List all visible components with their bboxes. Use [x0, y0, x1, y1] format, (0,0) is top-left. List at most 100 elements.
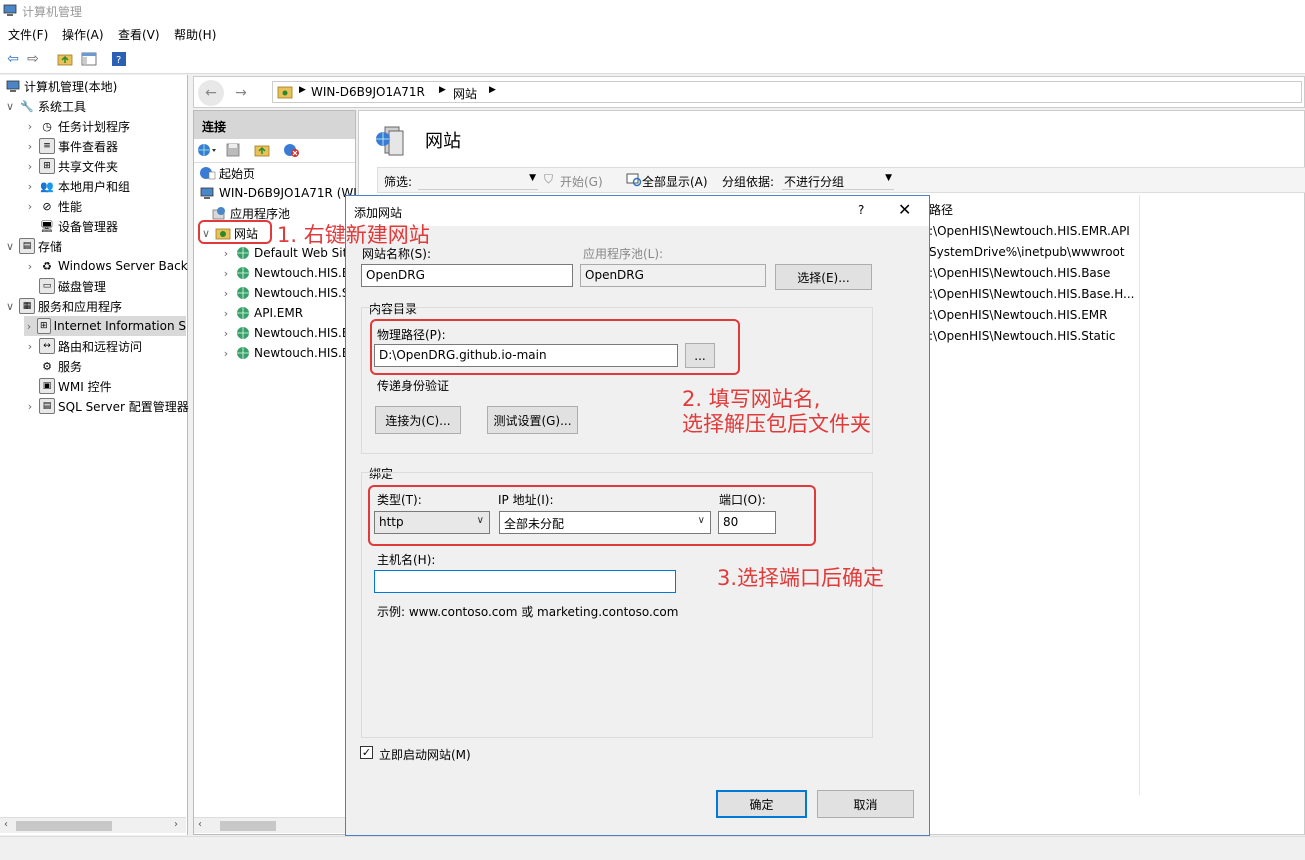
conn-site-item[interactable]: › Newtouch.HIS.E	[220, 263, 350, 283]
tree-event-viewer[interactable]: › ≡ 事件查看器	[24, 136, 118, 156]
chevron-right-icon[interactable]: ›	[220, 287, 232, 300]
chevron-right-icon[interactable]: ›	[24, 200, 36, 213]
scroll-left-icon[interactable]: ‹	[4, 819, 8, 830]
tree-label: 路由和远程访问	[58, 339, 143, 354]
hostname-input[interactable]	[374, 570, 676, 593]
chevron-right-icon[interactable]: ›	[24, 340, 36, 353]
globe-icon	[235, 345, 251, 361]
tree-wmi[interactable]: ▣ WMI 控件	[24, 376, 112, 396]
site-name-input[interactable]: OpenDRG	[361, 264, 573, 287]
computer-management-icon	[3, 3, 17, 17]
tree-device-manager[interactable]: 🖥 设备管理器	[24, 216, 118, 236]
back-button[interactable]: ←	[198, 80, 224, 106]
tree-services-apps[interactable]: ∨ ▦ 服务和应用程序	[4, 296, 122, 316]
tree-system-tools[interactable]: ∨ 🔧 系统工具	[4, 96, 86, 116]
menu-action[interactable]: 操作(A)	[62, 26, 104, 43]
scrollbar-thumb[interactable]	[220, 821, 276, 831]
chevron-down-icon[interactable]: ▼	[885, 173, 892, 183]
chevron-down-icon[interactable]: ▼	[529, 173, 536, 183]
chevron-right-icon[interactable]: ›	[220, 307, 232, 320]
tree-shared-folders[interactable]: › ⊞ 共享文件夹	[24, 156, 118, 176]
chevron-right-icon[interactable]: ›	[24, 260, 36, 273]
ok-button[interactable]: 确定	[716, 790, 807, 818]
forward-arrow-icon[interactable]: ⇨	[24, 50, 42, 68]
chevron-right-icon[interactable]: ›	[24, 120, 36, 133]
breadcrumb[interactable]: ▶ WIN-D6B9JO1A71R ▶ 网站 ▶	[272, 81, 1302, 103]
chevron-right-icon[interactable]: ›	[24, 140, 36, 153]
conn-site-item[interactable]: › Newtouch.HIS.E	[220, 343, 350, 363]
connect-as-button[interactable]: 连接为(C)...	[375, 406, 461, 434]
path-cell[interactable]: :\OpenHIS\Newtouch.HIS.Base	[929, 266, 1110, 280]
chevron-right-icon[interactable]: ›	[24, 400, 36, 413]
tree-services[interactable]: ⚙ 服务	[24, 356, 82, 376]
chevron-right-icon[interactable]: ›	[220, 347, 232, 360]
show-hide-tree-icon[interactable]	[80, 50, 98, 68]
tree-routing[interactable]: › ↔ 路由和远程访问	[24, 336, 142, 356]
breadcrumb-sites[interactable]: 网站	[453, 85, 477, 102]
event-viewer-icon: ≡	[39, 138, 55, 154]
path-cell[interactable]: :\OpenHIS\Newtouch.HIS.Base.H...	[929, 287, 1135, 301]
up-folder-icon[interactable]	[254, 143, 270, 160]
tree-sql-server[interactable]: › ▤ SQL Server 配置管理器	[24, 396, 189, 416]
menu-file[interactable]: 文件(F)	[8, 26, 48, 43]
filter-input[interactable]: ▼	[418, 170, 538, 190]
up-folder-icon[interactable]	[56, 50, 74, 68]
path-cell[interactable]: SystemDrive%\inetpub\wwwroot	[929, 245, 1125, 259]
tree-root[interactable]: 计算机管理(本地)	[2, 76, 117, 96]
device-manager-icon: 🖥	[40, 219, 54, 233]
path-column-header[interactable]: 路径	[929, 201, 953, 218]
cancel-button[interactable]: 取消	[817, 790, 914, 818]
save-icon[interactable]	[226, 143, 240, 160]
chevron-right-icon[interactable]: ›	[220, 247, 232, 260]
dialog-title-bar: 添加网站 ? ✕	[346, 196, 929, 226]
chevron-right-icon[interactable]: ›	[24, 160, 36, 173]
start-now-checkbox[interactable]: ✓	[360, 746, 373, 759]
help-button[interactable]: ?	[858, 203, 864, 217]
test-settings-button[interactable]: 测试设置(G)...	[487, 406, 578, 434]
path-cell[interactable]: :\OpenHIS\Newtouch.HIS.EMR.API	[929, 224, 1130, 238]
disconnect-icon[interactable]	[284, 143, 300, 160]
connections-scrollbar[interactable]: ‹	[194, 817, 355, 833]
left-tree-scrollbar[interactable]: ‹ ›	[0, 817, 186, 833]
start-filter-button[interactable]: 开始(G)	[560, 173, 603, 190]
tree-storage[interactable]: ∨ ▤ 存储	[4, 236, 62, 256]
forward-button[interactable]: →	[228, 80, 254, 106]
tree-disk-management[interactable]: ▭ 磁盘管理	[24, 276, 106, 296]
path-cell[interactable]: :\OpenHIS\Newtouch.HIS.Static	[929, 329, 1116, 343]
tree-local-users[interactable]: › 👥 本地用户和组	[24, 176, 130, 196]
chevron-right-icon[interactable]: ›	[24, 180, 36, 193]
tree-windows-backup[interactable]: › ♻ Windows Server Back	[24, 256, 188, 276]
conn-site-item[interactable]: › Newtouch.HIS.E	[220, 323, 350, 343]
start-now-label[interactable]: 立即启动网站(M)	[379, 746, 471, 763]
group-by-select[interactable]: 不进行分组 ▼	[782, 170, 894, 190]
scrollbar-thumb[interactable]	[16, 821, 112, 831]
back-arrow-icon[interactable]: ⇦	[4, 50, 22, 68]
tree-iis[interactable]: › ⊞ Internet Information S	[24, 316, 186, 336]
tree-performance[interactable]: › ⊘ 性能	[24, 196, 82, 216]
scroll-left-icon[interactable]: ‹	[198, 819, 202, 830]
chevron-down-icon[interactable]: ∨	[4, 100, 16, 113]
conn-site-item[interactable]: › API.EMR	[220, 303, 303, 323]
help-icon[interactable]: ?	[110, 50, 128, 68]
annotation-step1: 1. 右键新建网站	[277, 223, 430, 247]
scroll-right-icon[interactable]: ›	[174, 819, 178, 830]
tree-label: 服务	[58, 359, 83, 374]
chevron-down-icon[interactable]: ∨	[4, 300, 16, 313]
show-all-button[interactable]: 全部显示(A)	[642, 173, 708, 190]
conn-site-item[interactable]: › Newtouch.HIS.S	[220, 283, 350, 303]
chevron-right-icon[interactable]: ›	[24, 320, 34, 333]
close-icon[interactable]: ✕	[898, 200, 911, 219]
select-app-pool-button[interactable]: 选择(E)...	[775, 264, 872, 290]
address-bar: ← → ▶ WIN-D6B9JO1A71R ▶ 网站 ▶	[193, 76, 1305, 108]
menu-help[interactable]: 帮助(H)	[174, 26, 216, 43]
conn-server[interactable]: WIN-D6B9JO1A71R (WI	[197, 183, 357, 203]
conn-start-page[interactable]: 起始页	[197, 163, 255, 183]
breadcrumb-server[interactable]: WIN-D6B9JO1A71R	[311, 85, 425, 99]
chevron-down-icon[interactable]: ∨	[4, 240, 16, 253]
menu-view[interactable]: 查看(V)	[118, 26, 160, 43]
path-cell[interactable]: :\OpenHIS\Newtouch.HIS.EMR	[929, 308, 1107, 322]
chevron-right-icon[interactable]: ›	[220, 267, 232, 280]
chevron-right-icon[interactable]: ›	[220, 327, 232, 340]
globe-dropdown-icon[interactable]	[197, 143, 217, 160]
tree-task-scheduler[interactable]: › ◷ 任务计划程序	[24, 116, 130, 136]
